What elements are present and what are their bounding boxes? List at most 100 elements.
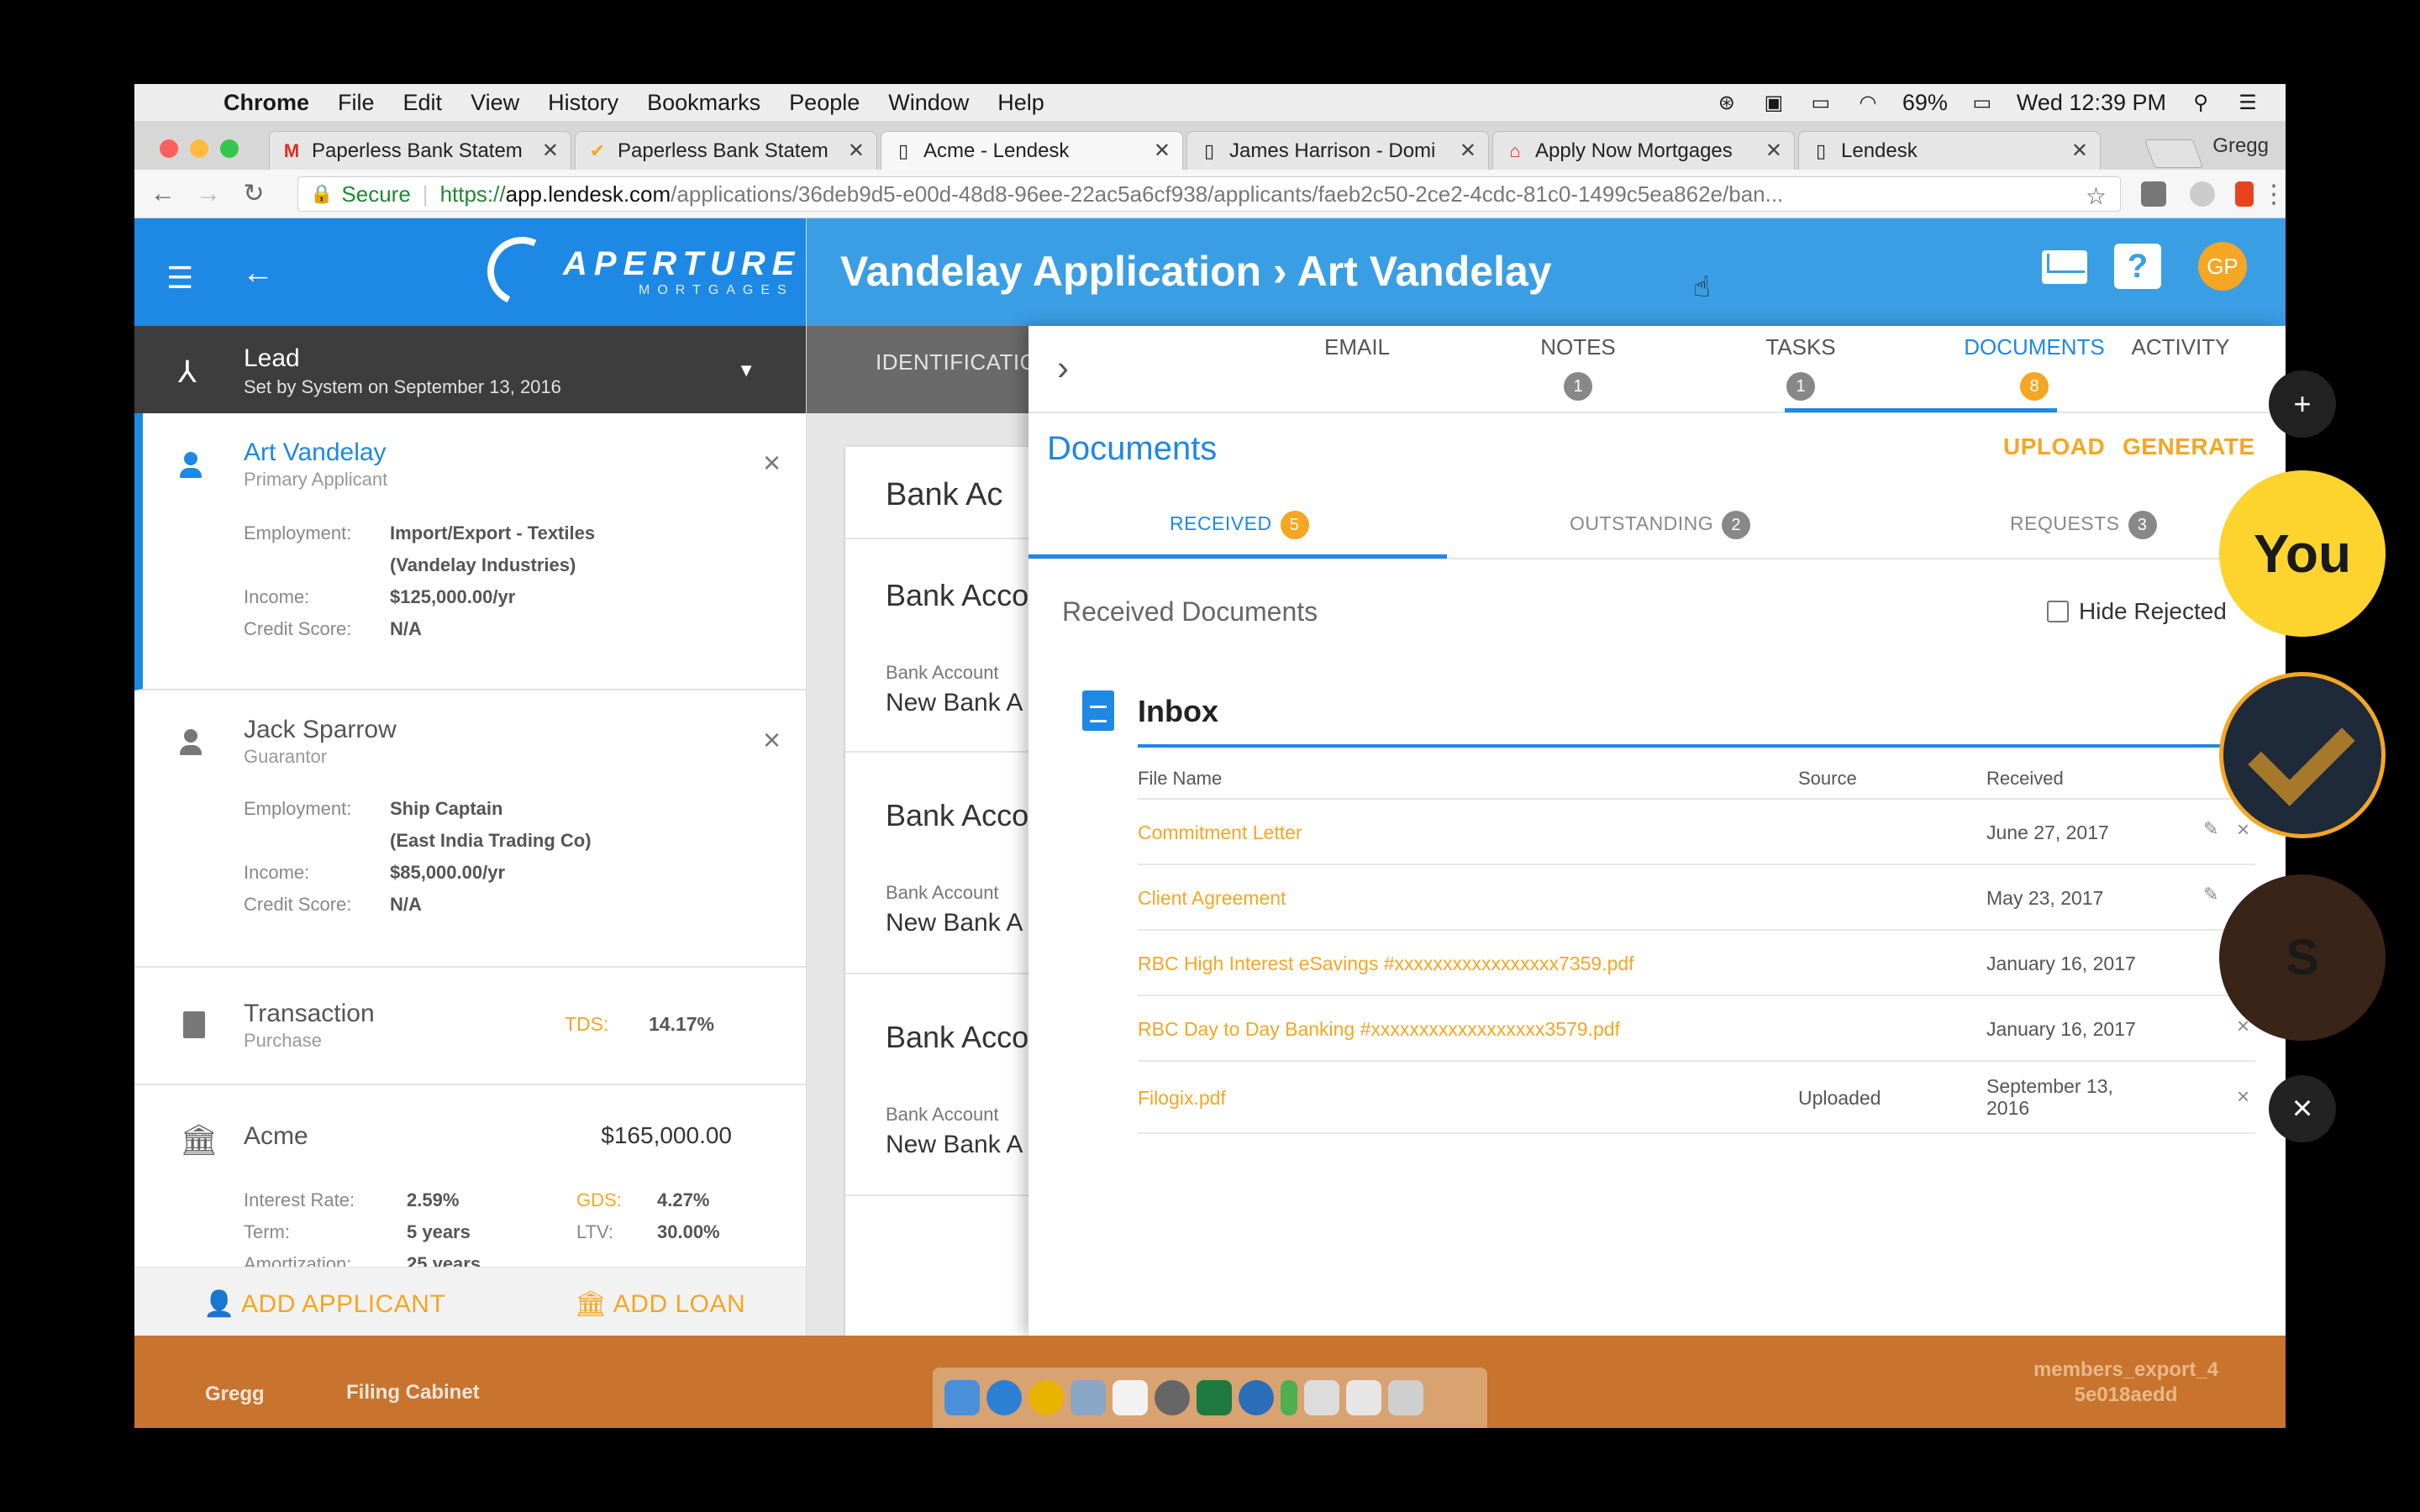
participant-you[interactable]: You [2219, 470, 2386, 637]
help-icon[interactable]: ? [2114, 244, 2161, 289]
airplay-icon[interactable]: ▭ [1808, 92, 1833, 114]
menu-file[interactable]: File [338, 90, 375, 116]
menu-edit[interactable]: Edit [403, 90, 443, 116]
subtab-outstanding[interactable]: OUTSTANDING 2 [1570, 511, 1751, 539]
close-icon[interactable]: ✕ [1765, 139, 1782, 163]
remove-applicant-close-icon[interactable]: × [763, 445, 781, 480]
trash-icon[interactable] [1388, 1380, 1423, 1415]
subtab-received[interactable]: RECEIVED 5 [1170, 511, 1309, 539]
menu-window[interactable]: Window [888, 90, 969, 116]
spotlight-icon[interactable]: ⚲ [2188, 92, 2213, 114]
tab-activity[interactable]: ACTIVITY [2075, 334, 2286, 360]
tray-app-icon[interactable]: ⊛ [1714, 92, 1739, 114]
applicant-card-guarantor[interactable]: Jack Sparrow Guarantor × Employment: Shi… [134, 690, 806, 968]
back-icon[interactable]: ← [146, 180, 180, 208]
applicant-name[interactable]: Jack Sparrow [244, 716, 397, 744]
reload-icon[interactable]: ↻ [237, 179, 271, 208]
upload-button[interactable]: UPLOAD [2003, 433, 2105, 460]
loan-card[interactable]: 🏛 Acme $165,000.00 Interest Rate: 2.59% … [134, 1085, 806, 1287]
dropdown-caret-icon[interactable]: ▼ [737, 360, 755, 381]
system-preferences-icon[interactable] [1155, 1380, 1190, 1415]
profile-button[interactable]: Gregg [2212, 134, 2269, 158]
close-icon[interactable]: ✕ [1154, 139, 1171, 163]
quicktime-icon[interactable] [1239, 1380, 1274, 1415]
applicant-name[interactable]: Art Vandelay [244, 438, 387, 467]
transaction-card[interactable]: Transaction Purchase TDS: 14.17% [134, 968, 806, 1085]
clock[interactable]: Wed 12:39 PM [2017, 90, 2166, 116]
close-icon[interactable]: × [2237, 1084, 2249, 1110]
hide-rejected-toggle[interactable]: Hide Rejected [2047, 598, 2227, 625]
close-overlay-icon[interactable]: × [2269, 1075, 2336, 1142]
column-source[interactable]: Source [1798, 768, 1857, 790]
tab-paperless-1[interactable]: M Paperless Bank Statem ✕ [269, 131, 571, 170]
extension-icon[interactable] [2141, 181, 2166, 207]
tab-tasks[interactable]: TASKS 1 [1696, 334, 1906, 401]
menu-help[interactable]: Help [997, 90, 1044, 116]
bookmark-star-icon[interactable]: ☆ [2086, 182, 2107, 210]
avatar[interactable]: GP [2198, 242, 2247, 291]
add-person-icon[interactable]: + [2269, 370, 2336, 438]
file-link[interactable]: Client Agreement [1138, 887, 1286, 910]
add-loan-button[interactable]: 🏛 ADD LOAN [575, 1289, 745, 1319]
forward-icon[interactable]: → [192, 180, 225, 208]
close-icon[interactable]: ✕ [2071, 139, 2088, 163]
url-field[interactable]: 🔒 Secure | https://app.lendesk.com/appli… [297, 176, 2121, 212]
applicant-card-primary[interactable]: Art Vandelay Primary Applicant × Employm… [134, 413, 806, 690]
tab-email[interactable]: EMAIL [1252, 334, 1462, 360]
drive-extension-icon[interactable] [2190, 181, 2215, 207]
new-tab-button[interactable] [2144, 139, 2204, 168]
zoom-window-button[interactable] [220, 139, 239, 158]
menu-history[interactable]: History [548, 90, 618, 116]
excel-icon[interactable] [1197, 1380, 1232, 1415]
participant-check[interactable] [2219, 672, 2386, 838]
column-received[interactable]: Received [1986, 768, 2064, 790]
breadcrumb-application[interactable]: Vandelay Application [840, 248, 1261, 295]
tab-notes[interactable]: NOTES 1 [1473, 334, 1683, 401]
hide-rejected-checkbox[interactable] [2047, 601, 2069, 622]
close-window-button[interactable] [160, 139, 178, 158]
close-icon[interactable]: × [2237, 816, 2249, 843]
minimize-window-button[interactable] [190, 139, 208, 158]
tray-app-icon-2[interactable]: ▣ [1761, 92, 1786, 114]
collapse-panel-chevron-icon[interactable]: › [1057, 348, 1069, 388]
tab-james-harrison[interactable]: ▯ James Harrison - Domi ✕ [1186, 131, 1489, 170]
file-link[interactable]: Commitment Letter [1138, 822, 1302, 844]
mail-icon[interactable] [2042, 250, 2087, 284]
add-applicant-button[interactable]: 👤 ADD APPLICANT [203, 1289, 445, 1319]
back-arrow-icon[interactable]: ← [242, 255, 274, 291]
lead-status[interactable]: ⅄ Lead Set by System on September 13, 20… [134, 326, 806, 413]
chrome-icon[interactable] [1028, 1380, 1064, 1415]
finder-icon[interactable] [944, 1380, 980, 1415]
menu-kebab-icon[interactable]: ⋮ [2257, 180, 2286, 209]
desktop-file-label[interactable]: members_export_4 5e018aedd [2017, 1357, 2235, 1408]
calendar-icon[interactable] [1113, 1380, 1148, 1415]
desktop-item-label[interactable]: Gregg [205, 1383, 265, 1406]
battery-icon[interactable]: ▭ [1970, 92, 1995, 114]
menu-people[interactable]: People [789, 90, 860, 116]
notification-center-icon[interactable]: ☰ [2235, 92, 2260, 114]
file-link[interactable]: RBC Day to Day Banking #xxxxxxxxxxxxxxxx… [1138, 1018, 1620, 1041]
menu-app[interactable]: Chrome [224, 90, 309, 116]
tab-acme-lendesk[interactable]: ▯ Acme - Lendesk ✕ [881, 131, 1183, 170]
column-file-name[interactable]: File Name [1138, 768, 1222, 790]
hamburger-icon[interactable]: ☰ [166, 260, 193, 296]
menu-view[interactable]: View [471, 90, 519, 116]
close-icon[interactable]: ✕ [542, 139, 559, 163]
generate-button[interactable]: GENERATE [2123, 433, 2255, 460]
tab-apply-now[interactable]: ⌂ Apply Now Mortgages ✕ [1492, 131, 1795, 170]
file-link[interactable]: RBC High Interest eSavings #xxxxxxxxxxxx… [1138, 953, 1634, 975]
menu-bookmarks[interactable]: Bookmarks [647, 90, 760, 116]
participant-s[interactable]: S [2219, 874, 2386, 1041]
desktop-item-label[interactable]: Filing Cabinet [346, 1381, 480, 1404]
close-icon[interactable]: ✕ [848, 139, 865, 163]
tab-identification[interactable]: IDENTIFICATIO [876, 349, 1037, 375]
tab-lendesk[interactable]: ▯ Lendesk ✕ [1798, 131, 2101, 170]
close-icon[interactable]: ✕ [1460, 139, 1476, 163]
battery-percent[interactable]: 69% [1902, 90, 1948, 116]
pencil-icon[interactable]: ✎ [2203, 818, 2218, 840]
app-icon[interactable] [1281, 1380, 1297, 1415]
mail-app-icon[interactable] [1071, 1380, 1106, 1415]
documents-stack-icon[interactable] [1346, 1380, 1381, 1415]
subtab-requests[interactable]: REQUESTS 3 [2010, 511, 2157, 539]
safari-icon[interactable] [986, 1380, 1022, 1415]
